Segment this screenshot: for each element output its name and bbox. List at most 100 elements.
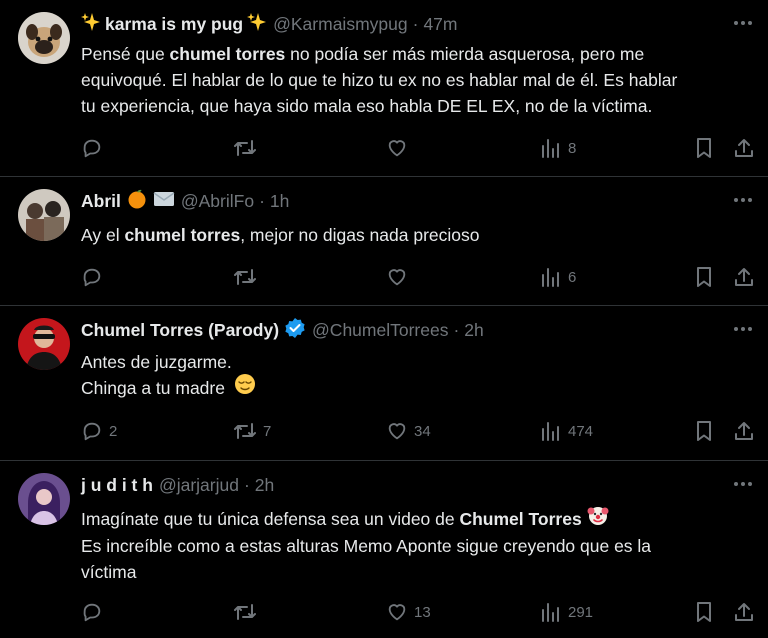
share-button[interactable] xyxy=(733,417,755,445)
like-count: 13 xyxy=(414,603,431,621)
display-name[interactable]: Abril xyxy=(81,191,121,212)
share-button[interactable] xyxy=(733,134,755,162)
tweet[interactable]: Abril @AbrilFo · 1h Ay el chumel torres,… xyxy=(0,177,768,306)
bookmark-button[interactable] xyxy=(694,263,714,291)
avatar[interactable] xyxy=(18,12,70,64)
repost-count: 7 xyxy=(263,422,272,440)
timestamp[interactable]: 47m xyxy=(423,14,457,35)
orange-emoji xyxy=(127,189,147,214)
share-button[interactable] xyxy=(733,598,755,626)
more-icon[interactable] xyxy=(732,477,754,489)
repost-icon xyxy=(234,269,256,285)
tweet-text: Pensé que chumel torres no podía ser más… xyxy=(81,44,678,116)
reply-count: 2 xyxy=(109,422,118,440)
user-handle[interactable]: @ChumelTorrees xyxy=(312,320,448,341)
share-icon xyxy=(735,139,753,157)
views-icon xyxy=(542,139,559,158)
like-icon xyxy=(388,604,406,621)
like-icon xyxy=(388,140,406,157)
clown-face-emoji xyxy=(587,504,609,533)
tweet-text: Antes de juzgarme. Chinga a tu madre xyxy=(81,349,751,402)
display-name[interactable]: Chumel Torres (Parody) xyxy=(81,320,279,341)
verified-badge-icon xyxy=(284,317,306,344)
like-icon xyxy=(388,423,406,440)
reply-button[interactable]: 2 xyxy=(81,417,117,445)
reply-button[interactable] xyxy=(81,263,109,291)
repost-icon xyxy=(234,604,256,620)
bookmark-icon xyxy=(697,267,711,287)
timestamp[interactable]: 1h xyxy=(270,191,289,212)
like-icon xyxy=(388,269,406,286)
views-count: 474 xyxy=(568,422,594,440)
views-button[interactable]: 474 xyxy=(540,417,593,445)
user-handle[interactable]: @jarjarjud xyxy=(159,475,239,496)
views-button[interactable]: 6 xyxy=(540,263,576,291)
bookmark-icon xyxy=(697,602,711,622)
share-button[interactable] xyxy=(733,263,755,291)
envelope-emoji xyxy=(153,190,175,213)
tweet-header: Abril @AbrilFo · 1h xyxy=(81,189,289,213)
avatar[interactable] xyxy=(18,189,70,241)
tweet[interactable]: Chumel Torres (Parody) @ChumelTorrees · … xyxy=(0,306,768,461)
bookmark-button[interactable] xyxy=(694,134,714,162)
more-icon[interactable] xyxy=(732,193,754,205)
repost-button[interactable] xyxy=(233,134,263,162)
tweet-actions: 8 xyxy=(0,134,768,162)
reply-icon xyxy=(83,422,101,441)
tweet-text: Imagínate que tu única defensa sea un vi… xyxy=(81,506,751,585)
more-icon[interactable] xyxy=(732,322,754,334)
bookmark-icon xyxy=(697,421,711,441)
timestamp[interactable]: 2h xyxy=(464,320,483,341)
separator-dot: · xyxy=(412,13,419,34)
avatar[interactable] xyxy=(18,318,70,370)
tweet-header: j u d i t h @jarjarjud · 2h xyxy=(81,473,274,497)
views-count: 6 xyxy=(568,268,577,286)
more-icon[interactable] xyxy=(732,16,754,28)
views-icon xyxy=(542,422,559,441)
user-handle[interactable]: @AbrilFo xyxy=(181,191,254,212)
user-handle[interactable]: @Karmaismypug xyxy=(273,14,407,35)
like-button[interactable]: 34 xyxy=(386,417,431,445)
views-button[interactable]: 291 xyxy=(540,598,593,626)
repost-button[interactable] xyxy=(233,598,263,626)
like-button[interactable] xyxy=(386,263,414,291)
repost-button[interactable]: 7 xyxy=(233,417,271,445)
bookmark-button[interactable] xyxy=(694,417,714,445)
like-count: 34 xyxy=(414,422,431,440)
share-icon xyxy=(735,422,753,440)
tweet[interactable]: karma is my pug @Karmaismypug · 47m Pens… xyxy=(0,0,768,177)
separator-dot: · xyxy=(259,190,265,211)
views-button[interactable]: 8 xyxy=(540,134,576,162)
avatar[interactable] xyxy=(18,473,70,525)
like-button[interactable]: 13 xyxy=(386,598,431,626)
tweet-text: Ay el chumel torres, mejor no digas nada… xyxy=(81,225,480,245)
tweet-actions: 13 291 xyxy=(0,598,768,626)
highlighted-keyword: Chumel Torres xyxy=(459,509,582,529)
tweet-header: Chumel Torres (Parody) @ChumelTorrees · … xyxy=(81,317,484,344)
timestamp[interactable]: 2h xyxy=(255,475,274,496)
reply-button[interactable] xyxy=(81,134,109,162)
bookmark-button[interactable] xyxy=(694,598,714,626)
views-icon xyxy=(542,268,559,287)
bookmark-icon xyxy=(697,138,711,158)
like-button[interactable] xyxy=(386,134,414,162)
highlighted-keyword: chumel torres xyxy=(124,225,241,245)
tweet-actions: 6 xyxy=(0,263,768,291)
repost-icon xyxy=(234,140,256,156)
share-icon xyxy=(735,603,753,621)
display-name[interactable]: j u d i t h xyxy=(81,475,153,496)
tweet[interactable]: j u d i t h @jarjarjud · 2h Imagínate qu… xyxy=(0,461,768,638)
repost-button[interactable] xyxy=(233,263,263,291)
repost-icon xyxy=(234,423,256,439)
separator-dot: · xyxy=(453,319,460,340)
separator-dot: · xyxy=(243,474,250,495)
sparkles-emoji xyxy=(247,12,267,37)
sparkles-emoji xyxy=(81,12,101,37)
tweet-actions: 2 7 34 474 xyxy=(0,417,768,445)
relieved-face-emoji xyxy=(234,373,256,402)
display-name[interactable]: karma is my pug xyxy=(105,14,243,35)
views-count: 8 xyxy=(568,139,577,157)
views-count: 291 xyxy=(568,603,594,621)
reply-button[interactable] xyxy=(81,598,109,626)
reply-icon xyxy=(83,603,101,622)
